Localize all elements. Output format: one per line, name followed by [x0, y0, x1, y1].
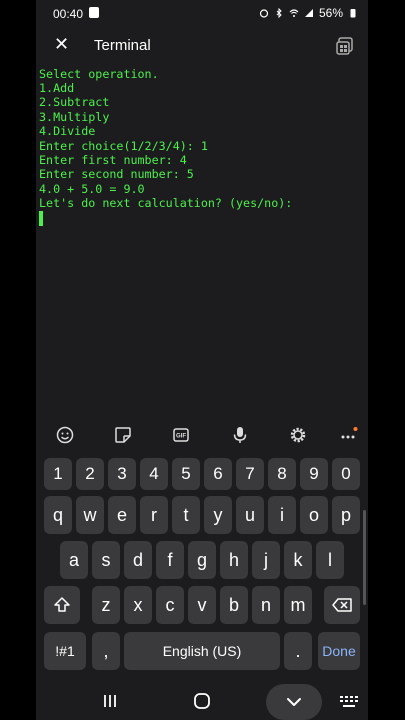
comma-key[interactable]: ,	[92, 632, 120, 670]
key-q[interactable]: q	[44, 496, 72, 534]
done-key[interactable]: Done	[318, 632, 360, 670]
key-b[interactable]: b	[220, 586, 248, 624]
terminal-output[interactable]: Select operation. 1.Add 2.Subtract 3.Mul…	[36, 64, 368, 416]
key-e[interactable]: e	[108, 496, 136, 534]
navigation-bar	[36, 684, 368, 720]
scrollbar[interactable]	[363, 510, 366, 605]
key-m[interactable]: m	[284, 586, 312, 624]
terminal-line: 4.Divide	[39, 124, 96, 138]
alarm-icon	[259, 9, 269, 18]
notification-icon	[89, 7, 99, 18]
terminal-cursor	[39, 211, 43, 226]
key-u[interactable]: u	[236, 496, 264, 534]
key-y[interactable]: y	[204, 496, 232, 534]
key-x[interactable]: x	[124, 586, 152, 624]
terminal-line: 1.Add	[39, 81, 75, 95]
key-o[interactable]: o	[300, 496, 328, 534]
key-c[interactable]: c	[156, 586, 184, 624]
key-n[interactable]: n	[252, 586, 280, 624]
keyboard: 1 2 3 4 5 6 7 8 9 0 q w e r t y u i o p …	[36, 452, 368, 684]
emoji-icon[interactable]	[54, 424, 76, 446]
collapse-keyboard-icon	[287, 698, 301, 706]
gif-icon[interactable]: GIF	[170, 424, 192, 446]
symbols-key[interactable]: !#1	[44, 632, 86, 670]
microphone-icon[interactable]	[229, 424, 251, 446]
windows-icon[interactable]	[336, 36, 356, 56]
status-time: 00:40	[53, 7, 84, 21]
key-w[interactable]: w	[76, 496, 104, 534]
svg-text:GIF: GIF	[176, 434, 186, 440]
key-2[interactable]: 2	[76, 458, 104, 490]
key-r[interactable]: r	[140, 496, 168, 534]
key-6[interactable]: 6	[204, 458, 232, 490]
keyboard-switch-icon[interactable]	[339, 695, 359, 709]
collapse-keyboard-button[interactable]	[266, 684, 322, 720]
key-p[interactable]: p	[332, 496, 360, 534]
key-a[interactable]: a	[60, 541, 88, 579]
app-bar: ✕ Terminal	[36, 28, 368, 64]
keyboard-toolbar: GIF	[36, 416, 368, 452]
settings-icon[interactable]	[287, 424, 309, 446]
key-t[interactable]: t	[172, 496, 200, 534]
terminal-line: Let's do next calculation? (yes/no):	[39, 196, 293, 210]
space-key[interactable]: English (US)	[124, 632, 280, 670]
battery-percent: 56%	[318, 6, 343, 20]
more-icon[interactable]	[338, 424, 360, 446]
key-z[interactable]: z	[92, 586, 120, 624]
key-f[interactable]: f	[156, 541, 184, 579]
key-8[interactable]: 8	[268, 458, 296, 490]
status-bar: 00:40 56%	[36, 0, 368, 28]
wifi-icon	[289, 9, 299, 17]
key-j[interactable]: j	[252, 541, 280, 579]
key-7[interactable]: 7	[236, 458, 264, 490]
key-k[interactable]: k	[284, 541, 312, 579]
key-l[interactable]: l	[316, 541, 344, 579]
key-d[interactable]: d	[124, 541, 152, 579]
shift-icon	[54, 597, 70, 612]
terminal-line: 2.Subtract	[39, 95, 110, 109]
key-h[interactable]: h	[220, 541, 248, 579]
terminal-line: Select operation.	[39, 67, 159, 81]
key-1[interactable]: 1	[44, 458, 72, 490]
key-i[interactable]: i	[268, 496, 296, 534]
signal-icon	[304, 9, 313, 17]
key-9[interactable]: 9	[300, 458, 328, 490]
key-5[interactable]: 5	[172, 458, 200, 490]
backspace-key[interactable]	[324, 586, 360, 624]
backspace-icon	[332, 598, 352, 612]
phone-screen: 00:40 56% ✕ Terminal Select operation. 1…	[36, 0, 368, 720]
shift-key[interactable]	[44, 586, 80, 624]
terminal-line: Enter choice(1/2/3/4): 1	[39, 139, 208, 153]
recents-icon[interactable]	[102, 692, 118, 710]
bluetooth-icon	[276, 8, 282, 18]
terminal-line: Enter first number: 4	[39, 153, 187, 167]
terminal-line: Enter second number: 5	[39, 167, 194, 181]
sticker-icon[interactable]	[112, 424, 134, 446]
key-4[interactable]: 4	[140, 458, 168, 490]
key-3[interactable]: 3	[108, 458, 136, 490]
battery-icon	[350, 9, 356, 18]
key-g[interactable]: g	[188, 541, 216, 579]
key-0[interactable]: 0	[332, 458, 360, 490]
terminal-line: 3.Multiply	[39, 110, 110, 124]
close-icon[interactable]: ✕	[54, 34, 69, 55]
key-v[interactable]: v	[188, 586, 216, 624]
status-icons: 56%	[259, 6, 358, 20]
home-icon[interactable]	[193, 692, 211, 710]
key-s[interactable]: s	[92, 541, 120, 579]
terminal-line: 4.0 + 5.0 = 9.0	[39, 182, 145, 196]
page-title: Terminal	[94, 37, 151, 54]
period-key[interactable]: .	[284, 632, 312, 670]
